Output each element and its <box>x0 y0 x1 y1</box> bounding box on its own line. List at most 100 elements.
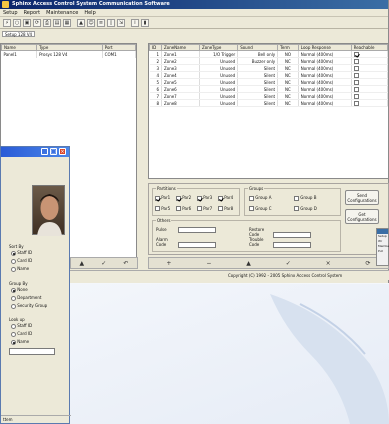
reachable-checkbox[interactable] <box>353 72 359 78</box>
menu-help[interactable]: Help <box>84 9 95 16</box>
nav-post-icon[interactable]: ✓ <box>286 260 291 267</box>
lookup-card-id-option[interactable]: Card ID <box>11 331 32 337</box>
partition-checkbox[interactable] <box>176 206 181 211</box>
list-icon[interactable]: ≡ <box>97 18 105 27</box>
nav-up-icon[interactable]: ▲ <box>80 260 85 267</box>
table-row[interactable]: 1 Zone1 1/O Trigger Bell only NO Normal (400m… <box>149 50 389 58</box>
group-department-option[interactable]: Department <box>11 295 42 301</box>
reachable-checkbox[interactable] <box>353 58 359 64</box>
partitions-caption: Partitions <box>156 186 177 191</box>
nav-check-icon[interactable]: ✓ <box>101 260 106 267</box>
connect-icon[interactable]: ⚡ <box>3 18 11 27</box>
group-security-radio[interactable] <box>11 303 16 309</box>
partition-option[interactable]: Par1 <box>155 195 176 201</box>
group-c-checkbox[interactable] <box>249 206 254 211</box>
group-a-option[interactable]: Group A <box>249 195 294 201</box>
export-icon[interactable]: ⇲ <box>117 18 125 27</box>
table-row[interactable]: 3 Zone3 Unused Silent NC Normal (400ms) <box>149 64 389 72</box>
sort-card-id-radio[interactable] <box>11 258 16 264</box>
trouble-code-input[interactable] <box>273 242 311 248</box>
partition-option[interactable]: Par7 <box>197 206 218 211</box>
minimize-icon[interactable]: _ <box>41 148 48 155</box>
refresh-icon[interactable]: ⟳ <box>33 18 41 27</box>
zone-name: Zone4 <box>161 71 200 79</box>
report-icon[interactable]: ▤ <box>53 18 61 27</box>
menu-maintenance[interactable]: Maintenance <box>46 9 78 16</box>
partition-checkbox[interactable] <box>218 206 223 211</box>
maximize-icon[interactable]: □ <box>50 148 57 155</box>
partition-checkbox[interactable] <box>197 206 202 211</box>
table-row[interactable]: 7 Zone7 Unused Silent NC Normal (400ms) <box>149 92 389 100</box>
send-configurations-button[interactable]: Send Configurations <box>345 190 379 205</box>
partition-option[interactable]: Par8 <box>218 206 239 211</box>
partition-checkbox[interactable] <box>155 195 160 201</box>
group-c-option[interactable]: Group C <box>249 206 294 211</box>
table-row[interactable]: Panel1 Prosys 128 V4 COM1 <box>1 50 137 58</box>
zone-reachable <box>351 64 389 72</box>
nav-up-icon[interactable]: ▲ <box>246 260 251 267</box>
nav-refresh-icon[interactable]: ⟳ <box>365 260 370 267</box>
print-icon[interactable]: ⎙ <box>43 18 51 27</box>
side-item-put[interactable]: Put <box>378 249 388 254</box>
partition-option[interactable]: Par3 <box>197 195 218 201</box>
group-none-radio[interactable] <box>11 287 16 293</box>
lookup-name-option[interactable]: Name <box>11 339 29 345</box>
partition-option[interactable]: Par4 <box>218 195 239 201</box>
lookup-name-radio[interactable] <box>11 339 16 345</box>
partition-option[interactable]: Par2 <box>176 195 197 201</box>
menu-setup[interactable]: Setup <box>3 9 18 16</box>
user-icon[interactable]: ☺ <box>87 18 95 27</box>
group-b-checkbox[interactable] <box>294 195 299 201</box>
pulse-input[interactable] <box>178 227 216 233</box>
sort-name-option[interactable]: Name <box>11 266 29 272</box>
reachable-checkbox[interactable] <box>353 86 359 92</box>
menu-report[interactable]: Report <box>24 9 41 16</box>
partition-checkbox[interactable] <box>176 195 181 201</box>
alarm-code-input[interactable] <box>178 242 216 248</box>
nav-cancel-icon[interactable]: ↶ <box>123 260 128 267</box>
get-configurations-button[interactable]: Get Configurations <box>345 209 379 224</box>
sort-staff-id-radio[interactable] <box>11 250 16 256</box>
group-a-checkbox[interactable] <box>249 195 254 201</box>
sort-name-radio[interactable] <box>11 266 16 272</box>
reachable-checkbox[interactable] <box>353 100 359 106</box>
alarm-icon[interactable]: ▲ <box>77 18 85 27</box>
lookup-staff-id-radio[interactable] <box>11 323 16 329</box>
table-row[interactable]: 5 Zone5 Unused Silent NC Normal (400ms) <box>149 78 389 86</box>
group-d-option[interactable]: Group D <box>294 206 339 211</box>
close-icon[interactable]: × <box>59 148 66 155</box>
group-department-radio[interactable] <box>11 295 16 301</box>
reachable-checkbox[interactable] <box>353 93 359 99</box>
partition-option[interactable]: Par5 <box>155 206 176 211</box>
group-b-option[interactable]: Group B <box>294 195 339 201</box>
nav-cancel-icon[interactable]: × <box>326 260 331 267</box>
partition-checkbox[interactable] <box>155 206 160 211</box>
lookup-card-id-radio[interactable] <box>11 331 16 337</box>
calendar-icon[interactable]: ▦ <box>63 18 71 27</box>
group-d-checkbox[interactable] <box>294 206 299 211</box>
group-security-option[interactable]: Security Group <box>11 303 47 309</box>
table-row[interactable]: 8 Zone8 Unused Silent NC Normal (400ms) <box>149 99 389 107</box>
table-row[interactable]: 6 Zone6 Unused Silent NC Normal (400ms) <box>149 85 389 93</box>
partition-option[interactable]: Par6 <box>176 206 197 211</box>
lookup-staff-id-option[interactable]: Staff ID <box>11 323 32 329</box>
reachable-checkbox[interactable] <box>353 79 359 85</box>
disconnect-icon[interactable]: ○ <box>13 18 21 27</box>
partition-checkbox[interactable] <box>218 195 223 201</box>
site-tab[interactable]: Setup 128 V4 <box>2 31 36 37</box>
door-icon[interactable]: ▯ <box>107 18 115 27</box>
table-row[interactable]: 2 Zone2 Unused Buzzer only NC Normal (400ms) <box>149 57 389 65</box>
exit-icon[interactable]: ▮ <box>141 18 149 27</box>
sort-staff-id-option[interactable]: Staff ID <box>11 250 32 256</box>
table-row[interactable]: 4 Zone4 Unused Silent NC Normal (400ms) <box>149 71 389 79</box>
partition-checkbox[interactable] <box>197 195 202 201</box>
sort-card-id-option[interactable]: Card ID <box>11 258 32 264</box>
lookup-input[interactable] <box>9 348 55 355</box>
reachable-checkbox[interactable] <box>353 65 359 71</box>
info-icon[interactable]: i <box>131 18 139 27</box>
reachable-checkbox[interactable] <box>353 51 359 57</box>
group-none-option[interactable]: None <box>11 287 28 293</box>
device-icon[interactable]: ▣ <box>23 18 31 27</box>
nav-add-icon[interactable]: + <box>166 260 171 267</box>
nav-remove-icon[interactable]: − <box>206 260 211 267</box>
